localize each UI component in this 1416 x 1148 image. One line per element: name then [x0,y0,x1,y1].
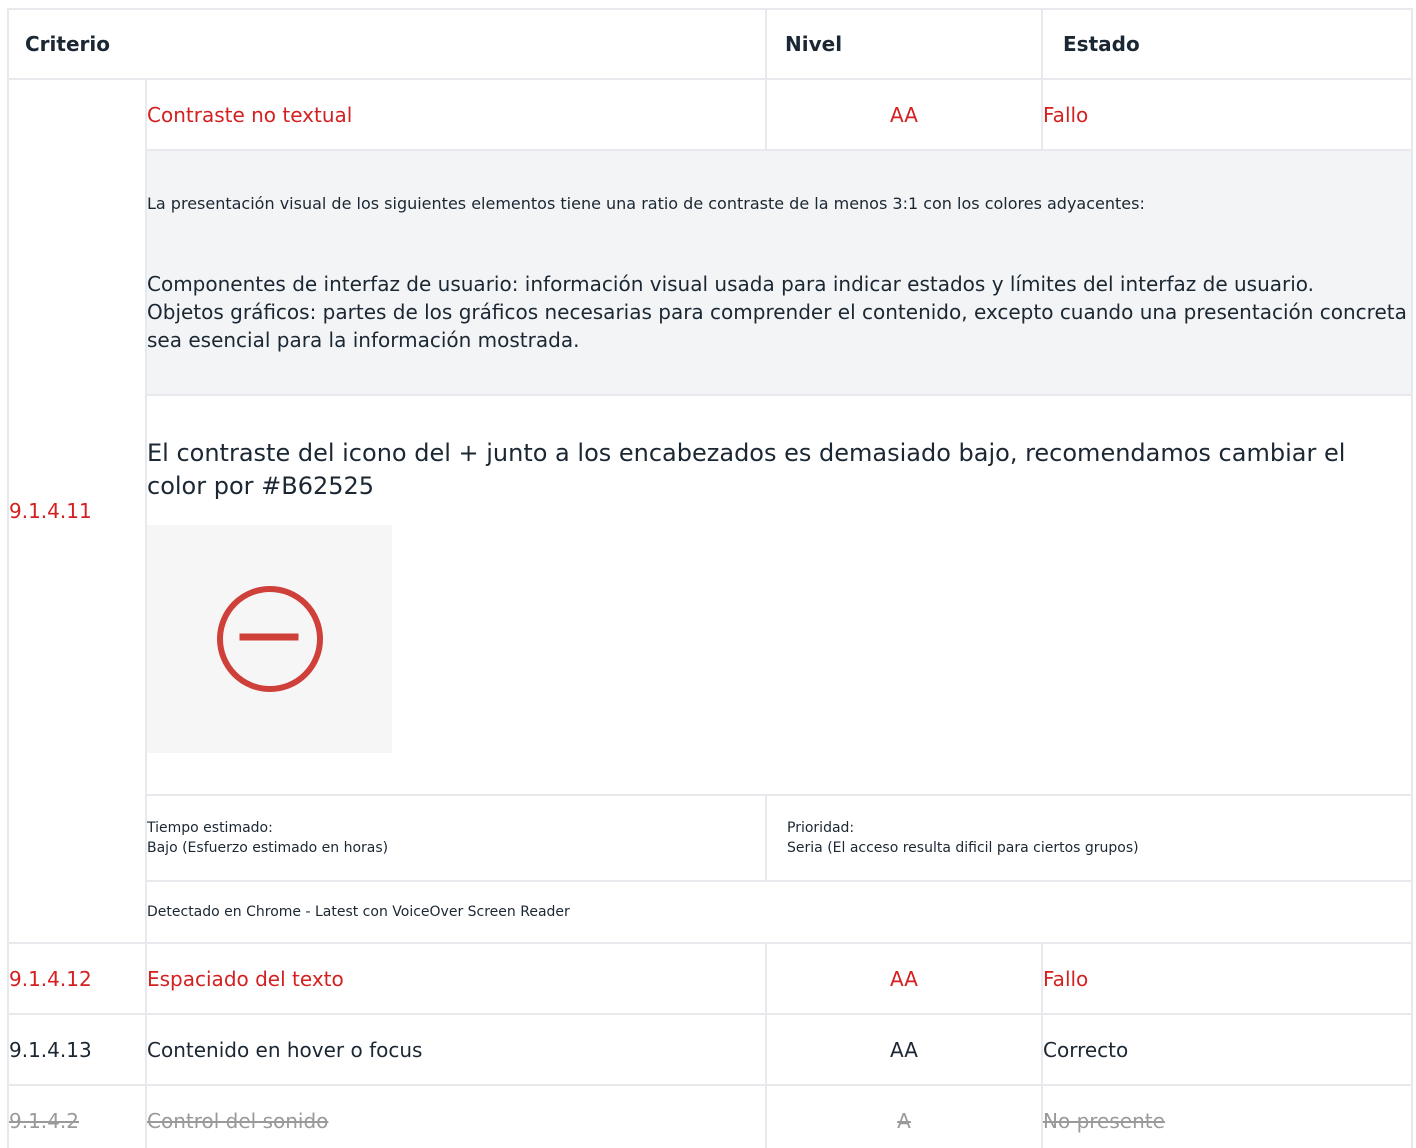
description-item: Componentes de interfaz de usuario: info… [147,271,1315,296]
criterion-id: 9.1.4.11 [7,78,147,944]
criterion-level: A [765,1084,1044,1148]
table-row[interactable]: 9.1.4.13 Contenido en hover o focus AA C… [7,1013,1414,1086]
priority: Prioridad: Seria (El acceso resulta difi… [765,794,1414,882]
minus-circle-icon [216,586,323,692]
priority-value: Seria (El acceso resulta dificil para ci… [787,840,1139,856]
accessibility-report: Criterio Nivel Estado 9.1.4.11 Contraste… [0,0,1416,1148]
criterion-level: AA [765,942,1044,1015]
estimated-time: Tiempo estimado: Bajo (Esfuerzo estimado… [144,794,768,882]
detected-row: Detectado en Chrome - Latest con VoiceOv… [8,880,1414,944]
criterion-id: 9.1.4.13 [7,1013,147,1086]
description-items: Componentes de interfaz de usuario: info… [147,270,1411,354]
finding-text: El contraste del icono del + junto a los… [147,439,1346,500]
criterion-state: Correcto [1041,1013,1414,1086]
table-row[interactable]: 9.1.4.2 Control del sonido A No presente [7,1084,1414,1148]
description-intro: La presentación visual de los siguientes… [147,193,1145,213]
estimated-time-label: Tiempo estimado: [147,820,273,836]
header-state: Estado [1041,8,1414,80]
criterion-level: AA [765,78,1044,151]
criterion-name[interactable]: Contenido en hover o focus [144,1013,768,1086]
table-row[interactable]: 9.1.4.12 Espaciado del texto AA Fallo [7,942,1414,1015]
table-row-expanded[interactable]: 9.1.4.11 Contraste no textual AA Fallo [7,78,1414,944]
criterion-name[interactable]: Contraste no textual [144,78,768,151]
finding-row: El contraste del icono del + junto a los… [8,394,1414,796]
table-header-row: Criterio Nivel Estado [6,8,1414,80]
criterion-state: Fallo [1041,942,1414,1015]
criterion-state: No presente [1041,1084,1414,1148]
description-row: La presentación visual de los siguientes… [8,149,1414,396]
criterion-name[interactable]: Espaciado del texto [144,942,768,1015]
finding-screenshot [147,525,392,753]
criterion-level: AA [765,1013,1044,1086]
criterion-id: 9.1.4.2 [7,1084,147,1148]
priority-label: Prioridad: [787,820,855,836]
finding-cell: El contraste del icono del + junto a los… [144,394,1414,796]
header-level: Nivel [765,8,1044,80]
header-criterion: Criterio [6,8,768,80]
description-item: Objetos gráficos: partes de los gráficos… [147,299,1407,352]
criterion-state: Fallo [1041,78,1414,151]
criteria-table: Criterio Nivel Estado 9.1.4.11 Contraste… [6,8,1414,1148]
detected-environment: Detectado en Chrome - Latest con VoiceOv… [144,880,1414,944]
estimated-time-value: Bajo (Esfuerzo estimado en horas) [147,840,389,856]
criterion-description: La presentación visual de los siguientes… [144,149,1414,396]
criterion-name[interactable]: Control del sonido [144,1084,768,1148]
criterion-id: 9.1.4.12 [7,942,147,1015]
meta-row: Tiempo estimado: Bajo (Esfuerzo estimado… [8,794,1414,882]
